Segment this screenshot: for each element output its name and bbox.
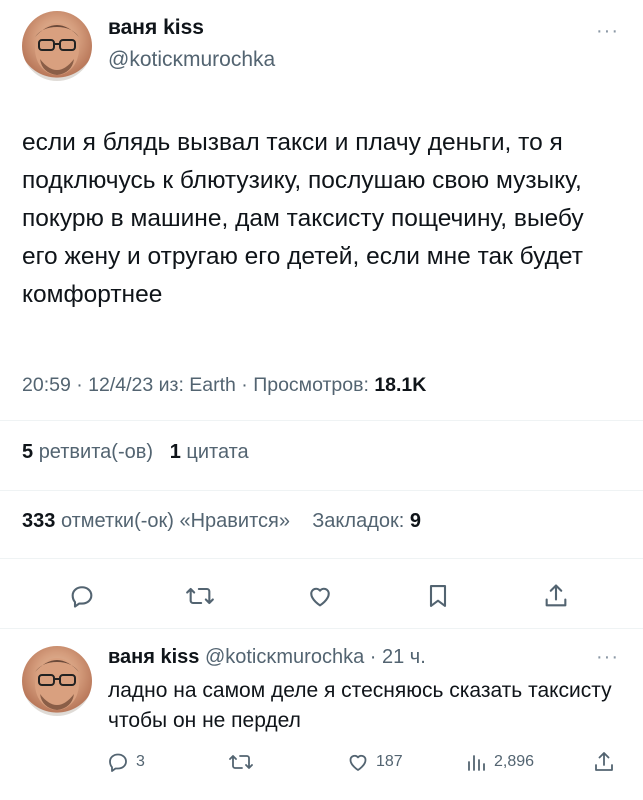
face-icon — [35, 23, 79, 75]
reply-reply-button[interactable]: 3 — [106, 750, 145, 774]
quotes-stat[interactable]: 1 цитата — [170, 441, 249, 463]
reply-likes-count: 187 — [376, 753, 403, 770]
divider — [0, 420, 643, 421]
reply-button[interactable] — [62, 576, 102, 616]
tweet-text: если я блядь вызвал такси и плачу деньги… — [22, 129, 584, 308]
author-handle[interactable]: @koticĸmurochka — [108, 48, 275, 72]
retweets-count: 5 — [22, 441, 34, 463]
share-icon — [545, 584, 567, 607]
bookmarks-label: Закладок: — [312, 510, 405, 532]
reply-retweet-button[interactable] — [228, 750, 260, 774]
more-options-icon[interactable]: ··· — [596, 20, 619, 43]
bookmark-icon — [429, 585, 447, 607]
retweets-stat[interactable]: 5 ретвита(-ов) — [22, 441, 153, 463]
tweet-timestamp[interactable]: 20:59 · 12/4/23 из: Earth · Просмотров: — [22, 374, 369, 396]
reply-views-button[interactable]: 2,896 — [464, 750, 534, 774]
reply-share-button[interactable] — [592, 750, 616, 774]
reply-more-options-icon[interactable]: ··· — [596, 646, 619, 669]
reply-icon — [109, 753, 127, 772]
share-icon — [595, 752, 613, 771]
author-avatar[interactable] — [22, 11, 92, 81]
reply-icon — [71, 586, 93, 608]
reply-author-handle[interactable]: @koticĸmurochka — [205, 646, 364, 668]
retweet-icon — [186, 587, 214, 605]
reply-text: ладно на самом деле я стесняюсь сказать … — [108, 679, 612, 732]
reply-like-button[interactable]: 187 — [346, 750, 403, 774]
likes-bookmarks-stats: 333 отметки(-ок) «Нравится» Закладок: 9 — [22, 510, 421, 533]
divider — [0, 628, 643, 629]
bookmark-button[interactable] — [418, 576, 458, 616]
retweet-icon — [229, 755, 253, 769]
author-name[interactable]: ваня kiss — [108, 16, 204, 40]
divider — [0, 558, 643, 559]
quotes-count: 1 — [169, 441, 181, 463]
quotes-label: цитата — [186, 441, 249, 463]
reply-views-count: 2,896 — [494, 753, 535, 770]
retweets-label: ретвита(-ов) — [38, 441, 154, 463]
tweet-meta: 20:59 · 12/4/23 из: Earth · Просмотров: … — [22, 374, 426, 397]
reply-replies-count: 3 — [136, 753, 145, 770]
reply-time[interactable]: · 21 ч. — [370, 646, 426, 668]
bookmarks-stat[interactable]: Закладок: 9 — [312, 510, 421, 532]
likes-label: отметки(-ок) «Нравится» — [60, 510, 290, 532]
like-icon — [349, 754, 367, 771]
bookmarks-count: 9 — [409, 510, 421, 532]
like-button[interactable] — [300, 576, 340, 616]
reply-author-avatar[interactable] — [22, 646, 92, 716]
face-icon — [35, 658, 79, 710]
views-icon — [468, 755, 485, 771]
likes-count: 333 — [22, 510, 56, 532]
share-button[interactable] — [536, 576, 576, 616]
tweet-views: 18.1K — [374, 374, 427, 396]
reply-header: ваня kiss @koticĸmurochka · 21 ч. — [108, 646, 426, 669]
retweet-quote-stats: 5 ретвита(-ов) 1 цитата — [22, 441, 249, 464]
retweet-button[interactable] — [178, 576, 222, 616]
like-icon — [310, 587, 330, 607]
likes-stat[interactable]: 333 отметки(-ок) «Нравится» — [22, 510, 290, 532]
reply-author-name[interactable]: ваня kiss — [108, 646, 199, 668]
divider — [0, 490, 643, 491]
